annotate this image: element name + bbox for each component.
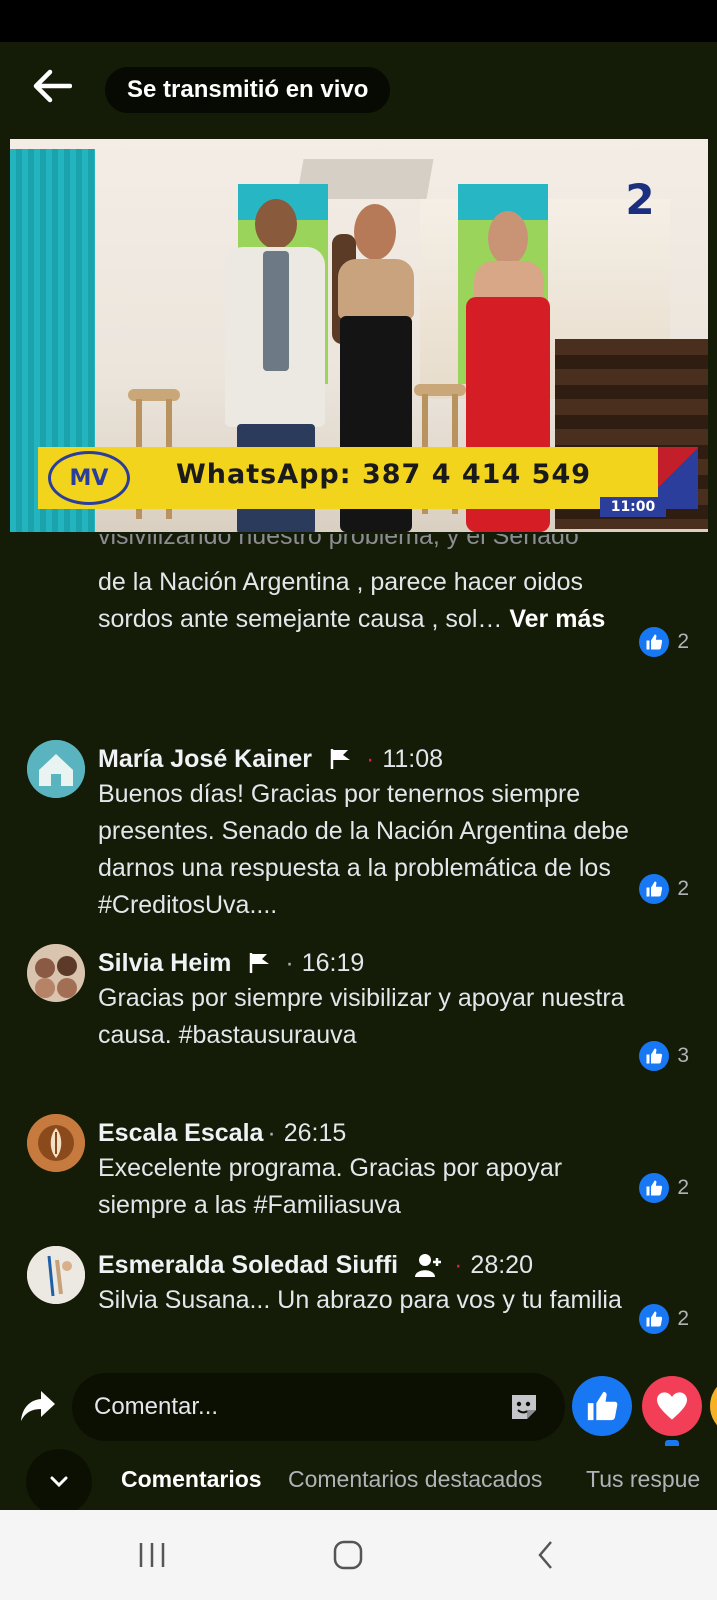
- comment-header: Esmeralda Soledad Siuffi · 28:20: [98, 1248, 638, 1282]
- sticker-button[interactable]: [506, 1389, 542, 1425]
- comment-item: visivilizando nuestro problema, y el Sen…: [0, 534, 717, 684]
- like-count-value: 2: [677, 1176, 689, 1199]
- comment-text-faded: visivilizando nuestro problema, y el Sen…: [98, 534, 579, 550]
- home-button[interactable]: [318, 1532, 378, 1578]
- author-name[interactable]: María José Kainer: [98, 745, 312, 774]
- like-count[interactable]: 2: [639, 874, 689, 904]
- arrow-left-icon: [33, 69, 72, 103]
- flag-icon: [247, 951, 275, 975]
- top-bar: Se transmitió en vivo: [0, 42, 717, 138]
- comment-text: Execelente programa. Gracias por apoyar …: [98, 1154, 563, 1219]
- author-name[interactable]: Esmeralda Soledad Siuffi: [98, 1251, 398, 1280]
- like-count-value: 3: [677, 1044, 689, 1067]
- like-count-value: 2: [677, 1307, 689, 1330]
- see-more-link[interactable]: Ver más: [509, 605, 605, 633]
- comment-composer: [0, 1370, 717, 1446]
- author-name[interactable]: Escala Escala: [98, 1119, 263, 1148]
- comment-text: de la Nación Argentina , parece hacer oi…: [98, 564, 638, 638]
- separator-dot: ·: [366, 744, 375, 773]
- comment-item: Esmeralda Soledad Siuffi · 28:20 Silvia …: [0, 1246, 717, 1361]
- live-video-screen: Se transmitió en vivo 2 MV WhatsApp: 387…: [0, 42, 717, 1510]
- comment-filter-tabs: Comentarios Comentarios destacados Tus r…: [0, 1444, 717, 1510]
- recent-apps-icon: [139, 1543, 165, 1567]
- back-button[interactable]: [28, 62, 76, 110]
- like-count-value: 2: [677, 877, 689, 900]
- whatsapp-banner: MV WhatsApp: 387 4 414 549: [38, 447, 698, 509]
- home-icon: [333, 1540, 363, 1570]
- comment-timestamp[interactable]: 11:08: [382, 745, 443, 774]
- comment-text: Buenos días! Gracias por tenernos siempr…: [98, 780, 629, 919]
- system-nav-bar: [0, 1510, 717, 1600]
- comment-item: María José Kainer · 11:08 Buenos días! G…: [0, 740, 717, 925]
- like-icon: [639, 1304, 670, 1334]
- thumbs-up-icon: [587, 1391, 618, 1421]
- status-bar: [0, 0, 717, 42]
- like-reaction-button[interactable]: [572, 1376, 632, 1436]
- like-count[interactable]: 2: [639, 627, 689, 657]
- like-count[interactable]: 2: [639, 1173, 689, 1203]
- comment-header: María José Kainer · 11:08: [98, 742, 638, 776]
- live-status-pill[interactable]: Se transmitió en vivo: [105, 67, 391, 113]
- broadcast-clock: 11:00: [600, 497, 666, 517]
- comment-timestamp[interactable]: 16:19: [302, 949, 365, 978]
- tab-your-replies[interactable]: Tus respue: [586, 1466, 700, 1493]
- comment-header: Escala Escala · 26:15: [98, 1116, 638, 1150]
- avatar[interactable]: [27, 740, 85, 798]
- share-button[interactable]: [18, 1386, 58, 1426]
- like-count-value: 2: [677, 630, 689, 653]
- comment-text: Gracias por siempre visibilizar y apoyar…: [98, 984, 625, 1049]
- like-icon: [639, 627, 670, 657]
- chevron-down-icon: [50, 1476, 68, 1488]
- channel-logo: 2: [625, 174, 655, 224]
- recent-apps-button[interactable]: [122, 1532, 182, 1578]
- more-reactions-button[interactable]: [710, 1376, 717, 1436]
- flag-icon: [328, 747, 356, 771]
- separator-dot: ·: [267, 1118, 276, 1147]
- tab-featured-comments[interactable]: Comentarios destacados: [288, 1466, 542, 1493]
- like-icon: [639, 1173, 670, 1203]
- collapse-button[interactable]: [26, 1449, 92, 1510]
- sticker-icon: [512, 1395, 536, 1419]
- avatar[interactable]: [27, 1114, 85, 1172]
- comment-input[interactable]: [94, 1373, 494, 1441]
- video-player[interactable]: 2 MV WhatsApp: 387 4 414 549 11:00: [10, 139, 708, 532]
- comment-timestamp[interactable]: 26:15: [284, 1119, 347, 1148]
- comment-item: Escala Escala · 26:15 Execelente program…: [0, 1114, 717, 1224]
- like-count[interactable]: 3: [639, 1041, 689, 1071]
- share-icon: [21, 1391, 55, 1421]
- like-icon: [639, 874, 670, 904]
- comment-item: Silvia Heim · 16:19 Gracias por siempre …: [0, 944, 717, 1094]
- tab-comments[interactable]: Comentarios: [121, 1466, 262, 1493]
- comment-text: Silvia Susana... Un abrazo para vos y tu…: [98, 1286, 622, 1314]
- avatar[interactable]: [27, 944, 85, 1002]
- comment-timestamp[interactable]: 28:20: [470, 1251, 533, 1280]
- show-logo: MV: [48, 451, 130, 505]
- avatar[interactable]: [27, 1246, 85, 1304]
- separator-dot: ·: [454, 1250, 463, 1279]
- author-name[interactable]: Silvia Heim: [98, 949, 231, 978]
- love-reaction-button[interactable]: [642, 1376, 702, 1436]
- comment-header: Silvia Heim · 16:19: [98, 946, 638, 980]
- chevron-left-icon: [538, 1541, 552, 1569]
- like-icon: [639, 1041, 670, 1071]
- back-nav-button[interactable]: [516, 1532, 576, 1578]
- comments-list[interactable]: visivilizando nuestro problema, y el Sen…: [0, 534, 717, 1370]
- comment-box: [72, 1373, 565, 1441]
- heart-icon: [657, 1392, 687, 1420]
- like-count[interactable]: 2: [639, 1304, 689, 1334]
- separator-dot: ·: [285, 948, 294, 977]
- banner-text: WhatsApp: 387 4 414 549: [176, 459, 592, 490]
- new-member-icon: [414, 1252, 444, 1278]
